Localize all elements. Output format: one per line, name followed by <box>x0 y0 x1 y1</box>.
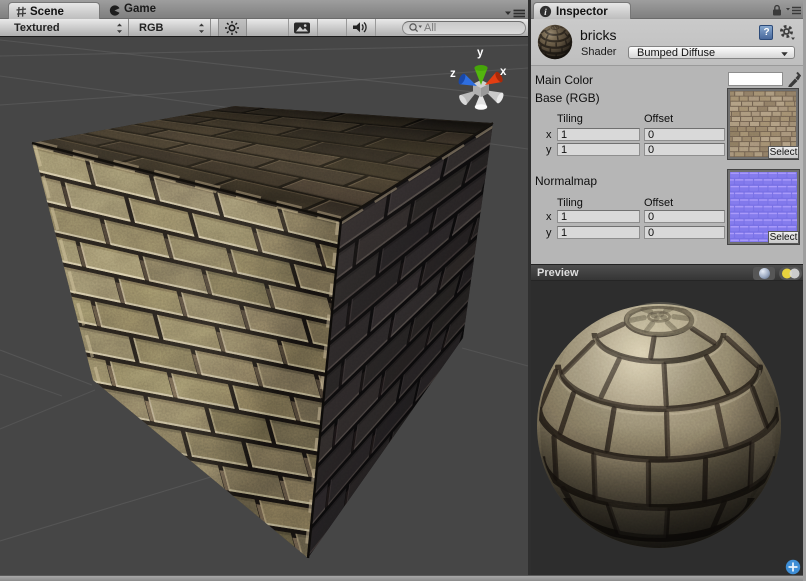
svg-text:y: y <box>477 47 484 59</box>
svg-text:i: i <box>544 8 547 18</box>
svg-text:z: z <box>450 68 456 80</box>
svg-text:x: x <box>500 66 507 78</box>
